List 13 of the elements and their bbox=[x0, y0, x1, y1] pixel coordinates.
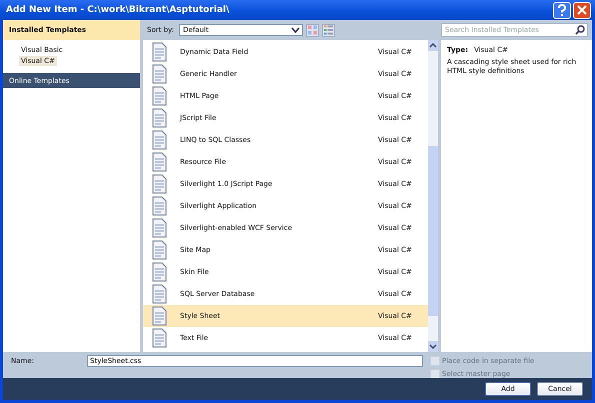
help-button[interactable] bbox=[553, 2, 571, 18]
scrollbar[interactable] bbox=[428, 40, 438, 352]
list-icon bbox=[323, 24, 334, 36]
grid-icon bbox=[307, 24, 318, 36]
help-icon bbox=[557, 4, 567, 16]
close-icon bbox=[577, 5, 587, 15]
scroll-up-icon[interactable] bbox=[429, 43, 437, 48]
search-icon bbox=[575, 25, 585, 35]
caret-icon bbox=[291, 27, 300, 33]
close-button[interactable] bbox=[573, 2, 591, 18]
scroll-down-icon[interactable] bbox=[429, 344, 437, 349]
window-title: Add New Item - C:\work\Bikrant\Asptutorial\ bbox=[6, 5, 230, 15]
scrollbar-thumb[interactable] bbox=[428, 146, 438, 316]
